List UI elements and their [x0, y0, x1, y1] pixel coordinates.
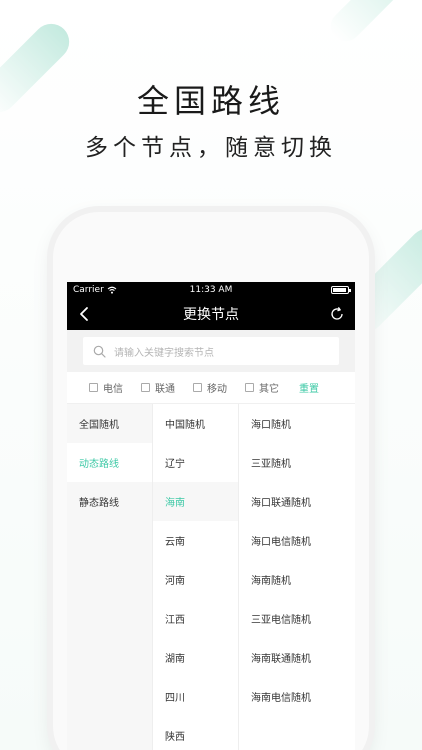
route-type-item[interactable]: 动态路线 — [67, 443, 152, 482]
search-icon — [93, 345, 106, 358]
checkbox-icon[interactable] — [193, 383, 202, 392]
nav-bar: 更换节点 — [67, 298, 355, 330]
wifi-icon — [107, 286, 117, 294]
node-list: 海口随机 三亚随机 海口联通随机 海口电信随机 海南随机 三亚电信随机 海南联通随机 海南电信… — [239, 404, 355, 750]
checkbox-icon[interactable] — [141, 383, 150, 392]
promo-headline: 全国路线 — [136, 82, 285, 120]
node-item[interactable]: 海南随机 — [239, 560, 355, 599]
region-item[interactable]: 海南 — [153, 482, 238, 521]
reset-button[interactable]: 重置 — [299, 380, 319, 395]
filter-label: 电信 — [103, 384, 123, 395]
region-list: 中国随机 辽宁 海南 云南 河南 江西 湖南 四川 陕西 — [153, 404, 239, 750]
node-item[interactable]: 海南电信随机 — [239, 677, 355, 716]
filter-label: 其它 — [259, 384, 279, 395]
region-item[interactable]: 中国随机 — [153, 404, 238, 443]
region-item[interactable]: 云南 — [153, 521, 238, 560]
filter-label: 联通 — [155, 384, 175, 395]
chevron-left-icon[interactable] — [77, 306, 93, 322]
region-item[interactable]: 江西 — [153, 599, 238, 638]
checkbox-icon[interactable] — [89, 383, 98, 392]
region-item[interactable]: 四川 — [153, 677, 238, 716]
route-type-item[interactable]: 静态路线 — [67, 482, 152, 521]
checkbox-icon[interactable] — [245, 383, 254, 392]
node-item[interactable]: 三亚随机 — [239, 443, 355, 482]
filter-telecom[interactable]: 电信 — [89, 380, 123, 395]
region-item[interactable]: 湖南 — [153, 638, 238, 677]
region-item[interactable]: 河南 — [153, 560, 238, 599]
battery-fill — [333, 288, 346, 292]
search-input[interactable]: 请输入关键字搜索节点 — [83, 337, 339, 365]
status-bar: Carrier 11:33 AM — [67, 282, 355, 298]
carrier-label: Carrier — [73, 285, 104, 295]
search-bar: 请输入关键字搜索节点 — [67, 330, 355, 372]
carrier-filters: 电信 联通 移动 其它 重置 — [67, 372, 355, 404]
carrier-info: Carrier — [73, 285, 117, 295]
route-type-list: 全国随机 动态路线 静态路线 — [67, 404, 153, 750]
search-placeholder: 请输入关键字搜索节点 — [114, 347, 214, 359]
decor-stripe-top-right — [324, 0, 410, 48]
filter-label: 移动 — [207, 384, 227, 395]
filter-mobile[interactable]: 移动 — [193, 380, 227, 395]
node-item[interactable]: 海口随机 — [239, 404, 355, 443]
node-item[interactable]: 海南联通随机 — [239, 638, 355, 677]
filter-unicom[interactable]: 联通 — [141, 380, 175, 395]
node-item[interactable]: 海口电信随机 — [239, 521, 355, 560]
route-type-item[interactable]: 全国随机 — [67, 404, 152, 443]
node-selector: 全国随机 动态路线 静态路线 中国随机 辽宁 海南 云南 河南 江西 湖南 四川 陕西 海口随机 三亚… — [67, 404, 355, 750]
promo-subline: 多个节点，随意切换 — [85, 135, 337, 161]
node-item[interactable]: 三亚电信随机 — [239, 599, 355, 638]
nav-title: 更换节点 — [183, 307, 239, 323]
region-item[interactable]: 陕西 — [153, 716, 238, 750]
filter-other[interactable]: 其它 — [245, 380, 279, 395]
node-item[interactable]: 海口联通随机 — [239, 482, 355, 521]
region-item[interactable]: 辽宁 — [153, 443, 238, 482]
battery-icon — [331, 286, 351, 294]
refresh-icon[interactable] — [329, 306, 345, 322]
app-screen: Carrier 11:33 AM 更换节点 请输入关键字搜索节点 电信 联通 移… — [67, 282, 355, 750]
